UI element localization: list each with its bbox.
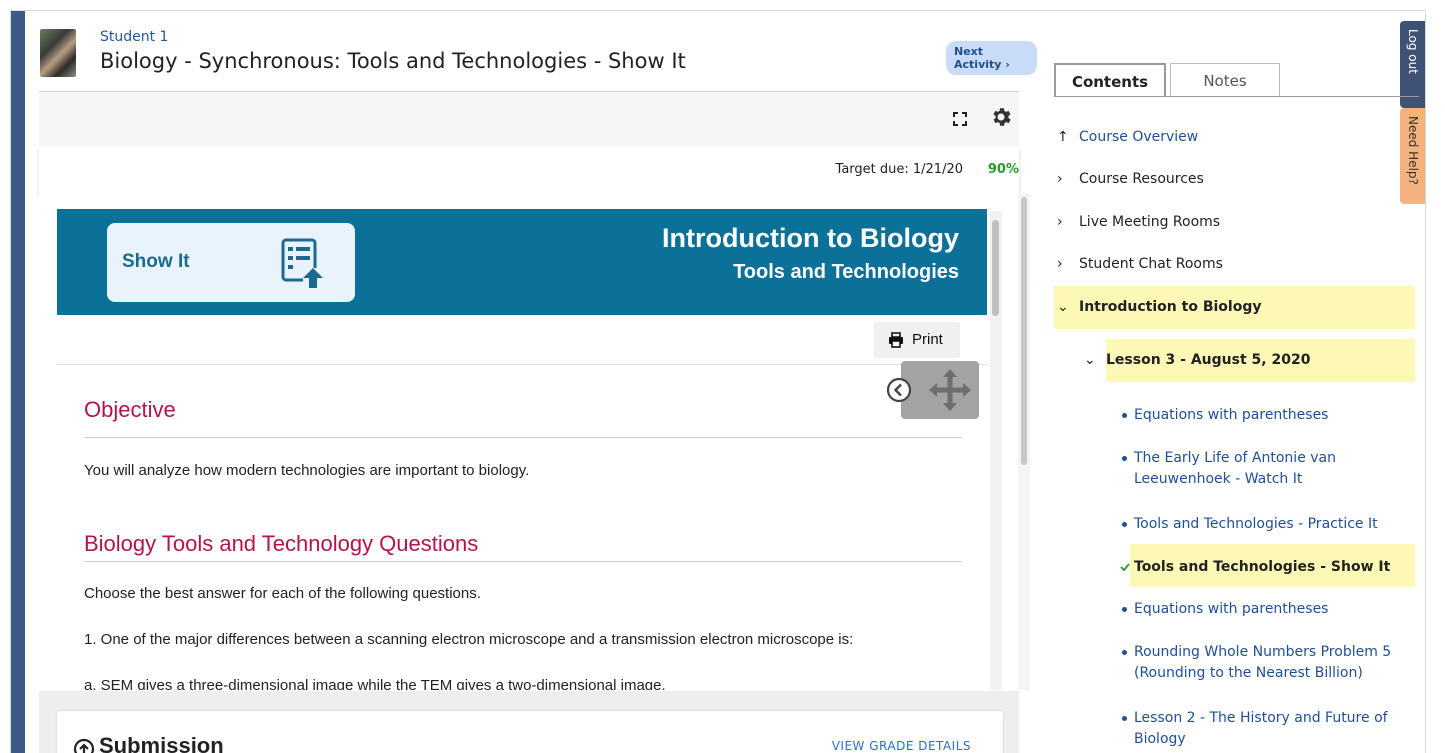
chevron-right-icon: ›	[1057, 256, 1063, 272]
tab-contents-label: Contents	[1071, 73, 1149, 91]
tab-contents[interactable]: Contents	[1054, 63, 1166, 96]
chevron-down-icon: ⌄	[1084, 352, 1096, 368]
tree-item-practice-it[interactable]: Tools and Technologies - Practice It	[1122, 514, 1419, 535]
bullet-icon	[1122, 607, 1127, 612]
activity-header: Student 1 Biology - Synchronous: Tools a…	[25, 11, 1037, 91]
tree-item-label: Course Resources	[1079, 171, 1204, 187]
tree-item-lesson-2[interactable]: Lesson 2 - The History and Future of Bio…	[1122, 708, 1419, 750]
lesson-banner: Show It Introduction to Biology Tools an…	[57, 209, 987, 315]
progress-percent: 90%	[987, 162, 1019, 177]
tree-item-label: Course Overview	[1079, 129, 1199, 145]
viewer-toolbar	[39, 91, 1019, 147]
tree-item-equations-2[interactable]: Equations with parentheses	[1122, 599, 1419, 620]
gear-icon[interactable]	[989, 105, 1013, 129]
show-it-label: Show It	[122, 251, 190, 272]
tree-item-show-it[interactable]: Tools and Technologies - Show It	[1120, 557, 1419, 578]
bullet-icon	[1122, 456, 1127, 461]
bullet-icon	[1122, 716, 1127, 721]
fullscreen-icon[interactable]	[951, 110, 969, 128]
check-icon	[1120, 563, 1130, 572]
student-avatar	[40, 29, 76, 77]
tree-item-label: Live Meeting Rooms	[1079, 214, 1221, 230]
submission-title: Submission	[99, 733, 224, 753]
printer-icon	[889, 332, 903, 348]
tree-item-label: Rounding Whole Numbers Problem 5 (Roundi…	[1134, 644, 1392, 681]
tree-item-label: Lesson 3 - August 5, 2020	[1106, 352, 1311, 368]
banner-subtitle: Tools and Technologies	[733, 261, 959, 283]
bullet-icon	[1122, 522, 1127, 527]
next-activity-button[interactable]: Next Activity ›	[946, 41, 1037, 75]
tree-item-equations-1[interactable]: Equations with parentheses	[1122, 405, 1419, 426]
bullet-icon	[1122, 413, 1127, 418]
upload-checklist-icon	[281, 238, 323, 288]
question-1-text: 1. One of the major differences between …	[84, 631, 854, 648]
page-title: Biology - Synchronous: Tools and Technol…	[100, 49, 686, 73]
chevron-right-icon: ›	[1057, 171, 1063, 187]
arrow-up-icon: ↑	[1057, 129, 1069, 145]
print-button[interactable]: Print	[874, 322, 960, 358]
student-name-link[interactable]: Student 1	[100, 29, 168, 45]
target-due-date: Target due: 1/21/20	[835, 162, 963, 177]
questions-heading: Biology Tools and Technology Questions	[84, 531, 479, 556]
show-it-card: Show It	[107, 223, 355, 302]
logout-button[interactable]: Log out	[1400, 21, 1425, 108]
outer-scrollbar-thumb[interactable]	[1021, 197, 1027, 465]
upload-circle-icon	[73, 738, 95, 753]
tree-item-label: Lesson 2 - The History and Future of Bio…	[1134, 710, 1388, 747]
app-frame: Student 1 Biology - Synchronous: Tools a…	[10, 10, 1426, 753]
collapse-left-icon[interactable]	[886, 377, 912, 403]
submission-area: Submission VIEW GRADE DETAILS	[39, 691, 1019, 753]
objective-heading: Objective	[84, 397, 176, 422]
tree-item-label: Student Chat Rooms	[1079, 256, 1223, 272]
inner-scrollbar-thumb[interactable]	[992, 220, 999, 316]
contents-tree: ↑ Course Overview › Course Resources › L…	[1054, 101, 1419, 753]
tree-item-label: Equations with parentheses	[1134, 601, 1329, 617]
status-row: Target due: 1/21/20 90%	[39, 146, 1019, 194]
tab-notes[interactable]: Notes	[1170, 63, 1280, 96]
print-label: Print	[912, 331, 943, 348]
objective-text: You will analyze how modern technologies…	[84, 462, 530, 479]
tree-item-label: The Early Life of Antonie van Leeuwenhoe…	[1134, 450, 1336, 487]
heading-rule	[84, 561, 962, 562]
divider	[57, 364, 987, 365]
move-arrows-icon[interactable]	[927, 367, 973, 413]
heading-rule	[84, 437, 962, 438]
tab-notes-label: Notes	[1203, 72, 1247, 90]
tree-item-early-life[interactable]: The Early Life of Antonie van Leeuwenhoe…	[1122, 448, 1419, 490]
instructions-text: Choose the best answer for each of the f…	[84, 585, 481, 602]
tree-item-label: Tools and Technologies - Show It	[1134, 559, 1391, 575]
tree-item-label: Introduction to Biology	[1079, 299, 1262, 315]
view-grade-details-link[interactable]: VIEW GRADE DETAILS	[832, 739, 971, 753]
tabs-divider	[1054, 96, 1419, 97]
left-accent-bar	[11, 11, 25, 753]
tree-item-rounding[interactable]: Rounding Whole Numbers Problem 5 (Roundi…	[1122, 642, 1419, 684]
tree-item-label: Tools and Technologies - Practice It	[1134, 516, 1378, 532]
answer-a-text[interactable]: a. SEM gives a three-dimensional image w…	[84, 677, 666, 690]
banner-title: Introduction to Biology	[662, 223, 959, 253]
bullet-icon	[1122, 650, 1127, 655]
content-viewer: Show It Introduction to Biology Tools an…	[39, 194, 1019, 690]
submission-card: Submission VIEW GRADE DETAILS	[57, 711, 1003, 753]
chevron-right-icon: ›	[1057, 214, 1063, 230]
sidebar-tabs: Contents Notes	[1054, 63, 1394, 97]
logout-label: Log out	[1406, 29, 1420, 74]
chevron-down-icon: ⌄	[1057, 299, 1069, 315]
tree-item-label: Equations with parentheses	[1134, 407, 1329, 423]
